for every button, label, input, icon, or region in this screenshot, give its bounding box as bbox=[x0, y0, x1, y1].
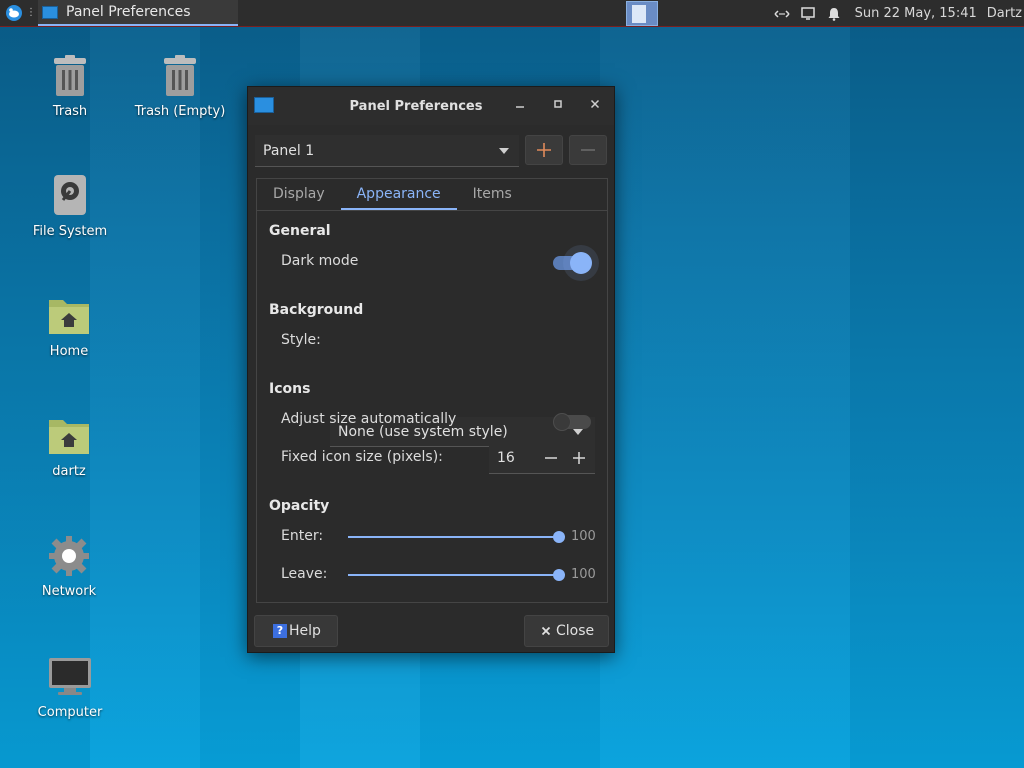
dark-mode-label: Dark mode bbox=[281, 253, 359, 269]
workspace-pager[interactable] bbox=[626, 1, 658, 26]
switch-knob bbox=[570, 252, 592, 274]
fixed-icon-size-value: 16 bbox=[497, 449, 515, 466]
plus-icon[interactable] bbox=[567, 444, 591, 472]
notification-bell-icon[interactable] bbox=[824, 4, 844, 24]
dialog-titlebar[interactable]: Panel Preferences bbox=[248, 87, 614, 125]
panel-select-value: Panel 1 bbox=[263, 142, 315, 159]
enter-opacity-label: Enter: bbox=[281, 528, 324, 544]
preferences-notebook: Display Appearance Items General Dark mo… bbox=[256, 178, 608, 603]
tab-items[interactable]: Items bbox=[457, 179, 528, 210]
desktop-icon-label: Network bbox=[41, 584, 97, 599]
tab-bar: Display Appearance Items bbox=[257, 179, 607, 211]
hard-drive-icon bbox=[46, 172, 94, 220]
minus-icon bbox=[581, 149, 595, 151]
close-button[interactable]: Close bbox=[524, 615, 609, 647]
switch-knob bbox=[553, 413, 571, 431]
adjust-size-label: Adjust size automatically bbox=[281, 411, 457, 427]
desktop-icon-label: Trash (Empty) bbox=[134, 104, 226, 119]
dark-mode-switch[interactable] bbox=[553, 252, 592, 274]
plus-icon bbox=[537, 143, 551, 157]
enter-opacity-slider[interactable] bbox=[348, 531, 565, 543]
slider-handle[interactable] bbox=[553, 569, 565, 581]
network-gear-icon bbox=[45, 532, 93, 580]
help-icon: ? bbox=[273, 624, 287, 638]
close-button-label: Close bbox=[556, 623, 595, 639]
desktop-icon-label: Computer bbox=[37, 705, 103, 720]
xfce-mouse-icon bbox=[6, 5, 22, 21]
remove-panel-button[interactable] bbox=[569, 135, 607, 165]
taskbar-button-panel-preferences[interactable]: Panel Preferences bbox=[38, 0, 238, 26]
system-tray: Sun 22 May, 15:41 Dartz bbox=[769, 0, 1024, 27]
fixed-icon-size-label: Fixed icon size (pixels): bbox=[281, 449, 443, 465]
style-label: Style: bbox=[281, 332, 321, 348]
desktop-icon-trash[interactable]: Trash bbox=[15, 52, 125, 119]
enter-opacity-value: 100 bbox=[571, 529, 596, 544]
home-folder-icon bbox=[45, 292, 93, 340]
window-icon bbox=[42, 5, 58, 19]
whisker-menu-button[interactable] bbox=[4, 3, 24, 23]
desktop-icon-label: dartz bbox=[52, 464, 86, 479]
leave-opacity-slider[interactable] bbox=[348, 569, 565, 581]
trash-icon bbox=[46, 52, 94, 100]
section-heading-general: General bbox=[269, 223, 331, 239]
pager-window-thumbnail bbox=[632, 5, 646, 23]
desktop-icon-file-system[interactable]: File System bbox=[15, 172, 125, 239]
slider-handle[interactable] bbox=[553, 531, 565, 543]
maximize-icon[interactable] bbox=[550, 98, 566, 114]
desktop-icon-network[interactable]: Network bbox=[14, 532, 124, 599]
section-heading-background: Background bbox=[269, 302, 364, 318]
leave-opacity-label: Leave: bbox=[281, 566, 328, 582]
clock[interactable]: Sun 22 May, 15:41 bbox=[855, 6, 977, 21]
desktop-icon-dartz[interactable]: dartz bbox=[14, 412, 124, 479]
desktop-icon-home[interactable]: Home bbox=[14, 292, 124, 359]
desktop-icon-computer[interactable]: Computer bbox=[15, 653, 125, 720]
monitor-icon bbox=[46, 653, 94, 701]
adjust-size-switch[interactable] bbox=[553, 413, 591, 431]
desktop-icon-trash-empty[interactable]: Trash (Empty) bbox=[125, 52, 235, 119]
panel-selector-row: Panel 1 bbox=[255, 135, 610, 167]
desktop-icon-label: File System bbox=[32, 224, 108, 239]
help-button-label: Help bbox=[289, 623, 321, 639]
close-icon bbox=[541, 626, 551, 636]
help-button[interactable]: ? Help bbox=[254, 615, 338, 647]
panel-select[interactable]: Panel 1 bbox=[255, 135, 519, 167]
trash-empty-icon bbox=[156, 52, 204, 100]
desktop-icon-label: Trash bbox=[52, 104, 88, 119]
tab-appearance[interactable]: Appearance bbox=[340, 179, 457, 210]
taskbar-label: Panel Preferences bbox=[66, 4, 191, 20]
section-heading-icons: Icons bbox=[269, 381, 311, 397]
display-icon[interactable] bbox=[798, 4, 818, 24]
tab-display[interactable]: Display bbox=[257, 179, 341, 210]
add-panel-button[interactable] bbox=[525, 135, 563, 165]
fixed-icon-size-spinbutton[interactable]: 16 bbox=[489, 442, 595, 474]
minus-icon[interactable] bbox=[539, 444, 563, 472]
window-icon bbox=[254, 97, 274, 113]
section-heading-opacity: Opacity bbox=[269, 498, 330, 514]
window-menu-icon[interactable]: ⋮ bbox=[26, 6, 36, 20]
desktop-icon-label: Home bbox=[49, 344, 89, 359]
user-name[interactable]: Dartz bbox=[987, 6, 1022, 21]
home-folder-icon bbox=[45, 412, 93, 460]
chevron-down-icon bbox=[573, 429, 583, 435]
close-icon[interactable] bbox=[587, 98, 603, 114]
network-icon[interactable] bbox=[772, 4, 792, 24]
top-panel: ⋮ Panel Preferences Sun 22 May, 15:41 Da… bbox=[0, 0, 1024, 27]
panel-preferences-dialog: Panel Preferences Panel 1 Display Appear… bbox=[247, 86, 615, 653]
chevron-down-icon bbox=[499, 148, 509, 154]
leave-opacity-value: 100 bbox=[571, 567, 596, 582]
minimize-icon[interactable] bbox=[512, 98, 528, 114]
